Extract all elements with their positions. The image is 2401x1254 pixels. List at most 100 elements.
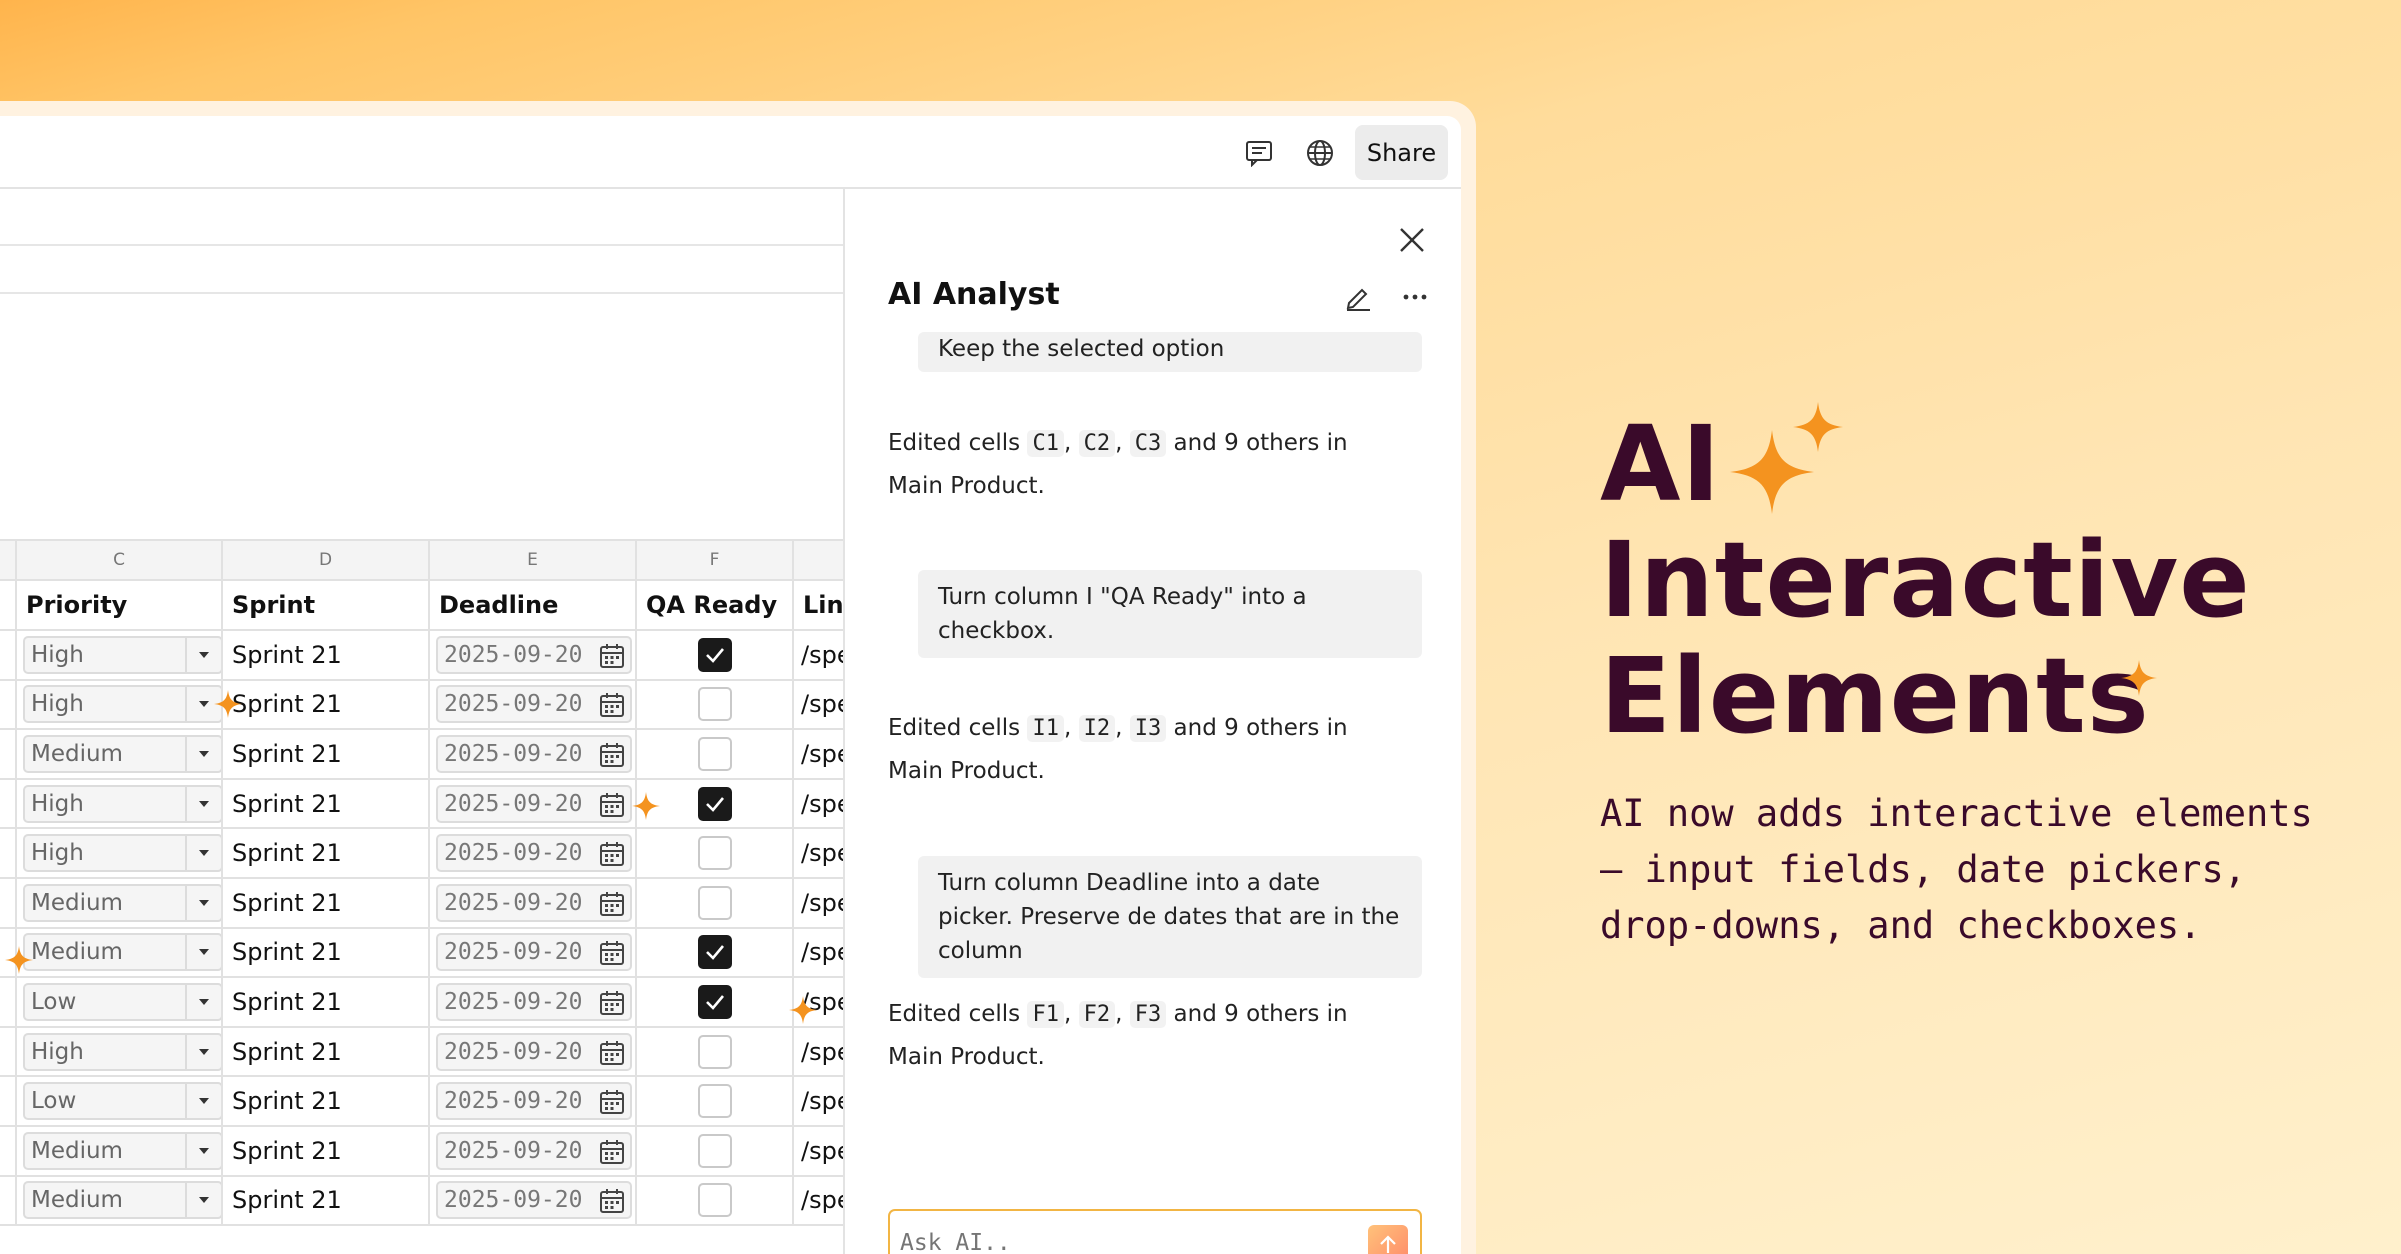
cell-reference[interactable]: F1 [1027, 1001, 1064, 1028]
checkbox-unchecked[interactable] [697, 1183, 732, 1218]
date-picker[interactable]: 2025-09-20 [436, 1032, 632, 1073]
calendar-icon[interactable] [598, 642, 626, 676]
date-picker[interactable]: 2025-09-20 [436, 1082, 632, 1122]
caret-down-icon[interactable] [185, 984, 220, 1019]
chat-bubble-text: Keep the selected option [938, 336, 1225, 362]
cell-reference[interactable]: I3 [1129, 715, 1167, 742]
column-letter-c[interactable]: C [15, 539, 223, 581]
calendar-icon[interactable] [598, 840, 626, 874]
calendar-icon[interactable] [598, 939, 626, 973]
sprint-cell[interactable]: Sprint 21 [221, 728, 430, 780]
date-picker[interactable]: 2025-09-20 [436, 834, 632, 874]
priority-dropdown[interactable]: Medium [23, 734, 220, 773]
checkbox-unchecked[interactable] [697, 885, 732, 920]
calendar-icon[interactable] [598, 1088, 626, 1122]
caret-down-icon[interactable] [185, 736, 220, 771]
globe-icon[interactable] [1303, 136, 1337, 170]
sprint-cell[interactable]: Sprint 21 [221, 1124, 430, 1177]
date-picker[interactable]: 2025-09-20 [436, 1181, 632, 1221]
header-sprint[interactable]: Sprint [221, 579, 430, 631]
priority-dropdown[interactable]: High [23, 834, 220, 873]
priority-dropdown[interactable]: Low [23, 1082, 220, 1121]
date-picker[interactable]: 2025-09-20 [436, 685, 632, 725]
priority-dropdown[interactable]: Medium [23, 933, 220, 972]
sprint-cell[interactable]: Sprint 21 [221, 678, 430, 731]
sprint-cell[interactable]: Sprint 21 [221, 926, 430, 979]
calendar-icon[interactable] [598, 989, 626, 1023]
priority-dropdown[interactable]: Medium [23, 1131, 220, 1170]
cell-reference[interactable]: F3 [1129, 1001, 1167, 1028]
column-letter-f[interactable]: F [635, 539, 794, 581]
date-picker[interactable]: 2025-09-20 [436, 635, 632, 676]
calendar-icon[interactable] [598, 890, 626, 924]
header-priority[interactable]: Priority [15, 579, 223, 631]
date-picker[interactable]: 2025-09-20 [436, 734, 632, 775]
checkbox-unchecked[interactable] [697, 1084, 732, 1119]
checkbox-unchecked[interactable] [697, 1133, 732, 1168]
close-icon[interactable] [1395, 223, 1429, 257]
checkbox-unchecked[interactable] [697, 687, 732, 722]
sprint-cell[interactable]: Sprint 21 [221, 976, 430, 1028]
date-picker[interactable]: 2025-09-20 [436, 784, 632, 825]
cell-reference[interactable]: I1 [1027, 715, 1064, 742]
caret-down-icon[interactable] [185, 885, 220, 920]
calendar-icon[interactable] [598, 691, 626, 725]
priority-dropdown[interactable]: High [23, 635, 220, 674]
calendar-icon[interactable] [598, 1187, 626, 1221]
priority-dropdown[interactable]: High [23, 1032, 220, 1071]
cell-reference[interactable]: F2 [1078, 1001, 1116, 1028]
cell-reference[interactable]: C3 [1129, 430, 1167, 457]
date-value: 2025-09-20 [444, 840, 583, 867]
priority-cell: High [15, 1025, 223, 1078]
checkbox-unchecked[interactable] [697, 736, 732, 771]
checkbox-checked[interactable] [697, 984, 732, 1019]
column-letter-e[interactable]: E [428, 539, 637, 581]
caret-down-icon[interactable] [185, 935, 220, 970]
checkbox-checked[interactable] [697, 786, 732, 821]
checkbox-unchecked[interactable] [697, 1034, 732, 1069]
calendar-icon[interactable] [598, 1039, 626, 1073]
caret-down-icon[interactable] [185, 1084, 220, 1119]
caret-down-icon[interactable] [185, 637, 220, 672]
column-letter-d[interactable]: D [221, 539, 430, 581]
cell-reference[interactable]: C1 [1027, 430, 1064, 457]
header-qa-ready[interactable]: QA Ready [635, 579, 794, 631]
sprint-cell[interactable]: Sprint 21 [221, 1174, 430, 1227]
sprint-cell[interactable]: Sprint 21 [221, 1075, 430, 1127]
header-deadline[interactable]: Deadline [428, 579, 637, 631]
caret-down-icon[interactable] [185, 786, 220, 821]
sprint-cell[interactable]: Sprint 21 [221, 777, 430, 830]
caret-down-icon[interactable] [185, 836, 220, 871]
caret-down-icon[interactable] [185, 1034, 220, 1069]
sprint-cell[interactable]: Sprint 21 [221, 876, 430, 929]
priority-dropdown[interactable]: High [23, 784, 220, 823]
checkbox-unchecked[interactable] [697, 836, 732, 871]
priority-dropdown[interactable]: Medium [23, 883, 220, 922]
ask-ai-input[interactable] [900, 1221, 1340, 1254]
sprint-cell[interactable]: Sprint 21 [221, 1025, 430, 1078]
calendar-icon[interactable] [598, 741, 626, 775]
edit-icon[interactable] [1343, 282, 1375, 314]
comment-icon[interactable] [1242, 136, 1276, 170]
caret-down-icon[interactable] [185, 1133, 220, 1168]
date-picker[interactable]: 2025-09-20 [436, 883, 632, 924]
priority-dropdown[interactable]: Low [23, 982, 220, 1021]
calendar-icon[interactable] [598, 1138, 626, 1172]
checkbox-checked[interactable] [697, 935, 732, 970]
sprint-cell[interactable]: Sprint 21 [221, 629, 430, 681]
date-picker[interactable]: 2025-09-20 [436, 933, 632, 973]
more-options-icon[interactable] [1400, 282, 1432, 314]
sprint-cell[interactable]: Sprint 21 [221, 827, 430, 879]
cell-reference[interactable]: C2 [1078, 430, 1116, 457]
caret-down-icon[interactable] [185, 1183, 220, 1218]
priority-dropdown[interactable]: High [23, 685, 220, 724]
hero-title-line-1: AI [1600, 403, 1722, 525]
share-button[interactable]: Share [1355, 125, 1448, 180]
send-button[interactable] [1368, 1225, 1408, 1254]
date-picker[interactable]: 2025-09-20 [436, 1131, 632, 1172]
priority-dropdown[interactable]: Medium [23, 1181, 220, 1220]
calendar-icon[interactable] [598, 791, 626, 825]
date-picker[interactable]: 2025-09-20 [436, 982, 632, 1023]
cell-reference[interactable]: I2 [1078, 715, 1116, 742]
checkbox-checked[interactable] [697, 637, 732, 672]
